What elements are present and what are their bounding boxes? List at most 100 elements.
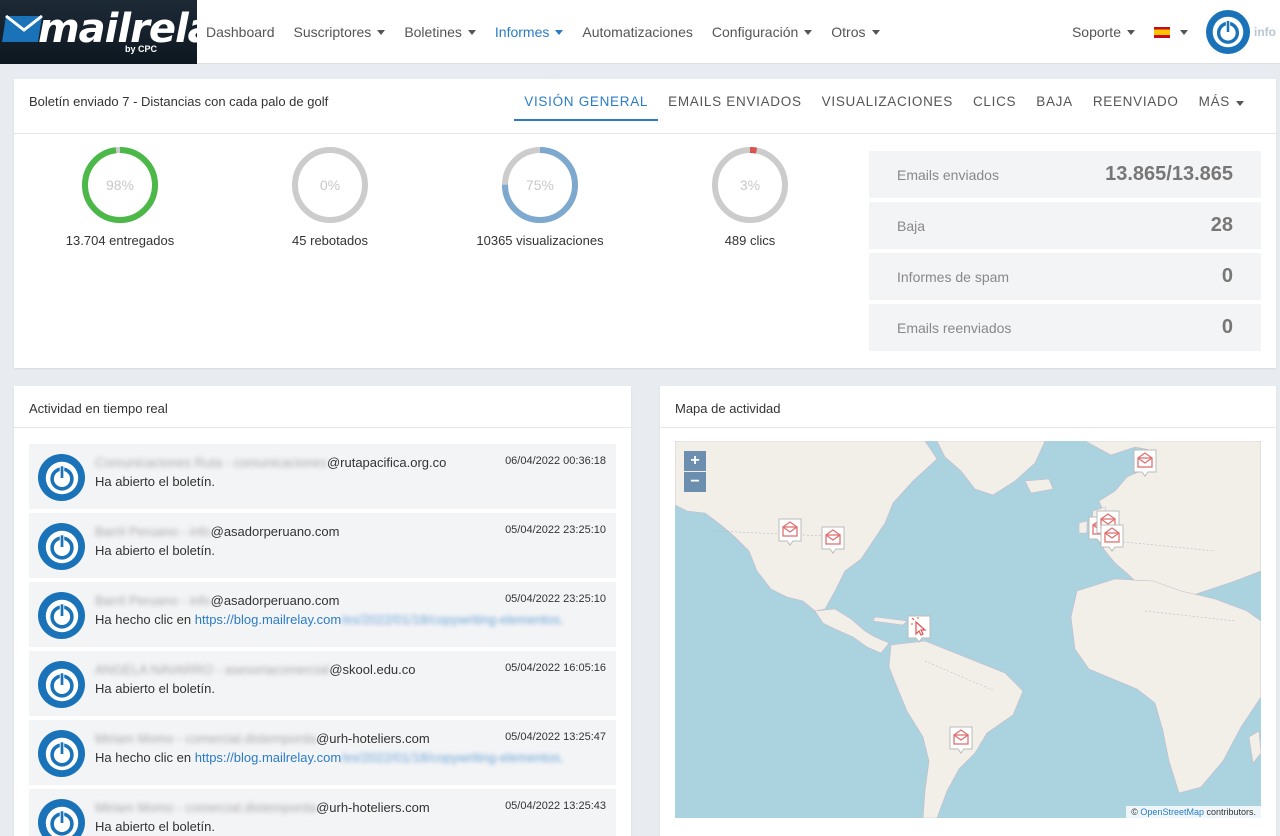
tab-vision-general[interactable]: VISIÓN GENERAL xyxy=(514,87,659,121)
activity-item[interactable]: Comunicaciones Ruta - comunicaciones@rut… xyxy=(29,444,616,509)
activity-name-blurred: Barril Peruano - info xyxy=(95,524,211,539)
tab-clics[interactable]: CLICS xyxy=(963,87,1026,121)
activity-action-text: Ha abierto el boletín. xyxy=(95,819,215,834)
stats-list: Emails enviados 13.865/13.865 Baja 28 Info… xyxy=(869,151,1261,355)
report-tabs: VISIÓN GENERAL EMAILS ENVIADOS VISUALIZA… xyxy=(514,87,1254,121)
activity-email-domain: @asadorperuano.com xyxy=(210,524,340,539)
tab-baja[interactable]: BAJA xyxy=(1026,87,1083,121)
power-icon xyxy=(44,598,80,634)
nav-informes[interactable]: Informes xyxy=(494,24,564,40)
gauge-ring: 0% xyxy=(292,147,368,223)
user-avatar[interactable] xyxy=(1206,10,1250,54)
language-menu[interactable] xyxy=(1154,26,1188,38)
caret-down-icon xyxy=(804,29,813,35)
tab-emails-enviados[interactable]: EMAILS ENVIADOS xyxy=(658,87,812,121)
nav-label: Automatizaciones xyxy=(582,24,693,40)
nav-label: Suscriptores xyxy=(293,24,372,40)
caret-down-icon xyxy=(1236,101,1244,106)
open-envelope-marker-icon[interactable] xyxy=(777,517,803,547)
stat-label: Informes de spam xyxy=(897,268,1010,285)
activity-email-domain: @asadorperuano.com xyxy=(210,593,340,608)
activity-action: Ha abierto el boletín. xyxy=(95,474,215,489)
activity-link-path[interactable]: /es/2022/01/18/copywriting-elementos. xyxy=(341,750,564,765)
activity-item[interactable]: Barril Peruano - info@asadorperuano.com 0… xyxy=(29,513,616,578)
activity-item[interactable]: Barril Peruano - info@asadorperuano.com 0… xyxy=(29,582,616,647)
activity-email: Miriam Momo - comercial.distemporda@urh-… xyxy=(95,800,430,815)
caret-down-icon xyxy=(871,29,880,35)
open-envelope-marker-icon[interactable] xyxy=(1132,448,1158,478)
nav-label: Informes xyxy=(494,24,550,40)
tab-mas[interactable]: MÁS xyxy=(1189,87,1254,121)
activity-item[interactable]: ANGELA NAVARRO - asesoriacomercial@skool… xyxy=(29,651,616,716)
activity-action: Ha abierto el boletín. xyxy=(95,819,215,834)
activity-map-panel: Mapa de actividad + − © OpenStreetMap co… xyxy=(660,386,1276,836)
open-envelope-marker-icon[interactable] xyxy=(820,525,846,555)
mailrelay-logo[interactable]: mailrelay by CPC xyxy=(0,0,197,64)
tab-reenviado[interactable]: REENVIADO xyxy=(1083,87,1189,121)
activity-link[interactable]: https://blog.mailrelay.com xyxy=(195,750,341,765)
activity-name-blurred: Miriam Momo - comercial.distemporda xyxy=(95,731,317,746)
gauge-visualizaciones: 75% 10365 visualizaciones xyxy=(440,145,640,248)
nav-dashboard[interactable]: Dashboard xyxy=(206,24,275,40)
nav-label: Dashboard xyxy=(206,24,275,40)
click-cursor-marker-icon[interactable] xyxy=(906,614,932,644)
activity-name-blurred: Comunicaciones Ruta - comunicaciones xyxy=(95,455,327,470)
power-icon xyxy=(44,805,80,836)
power-icon xyxy=(44,736,80,772)
activity-email: Miriam Momo - comercial.distemporda@urh-… xyxy=(95,731,430,746)
activity-action: Ha abierto el boletín. xyxy=(95,681,215,696)
activity-email-domain: @urh-hoteliers.com xyxy=(316,731,430,746)
stat-spam: Informes de spam 0 xyxy=(869,253,1261,300)
activity-name-blurred: Barril Peruano - info xyxy=(95,593,211,608)
stat-value: 0 xyxy=(1221,316,1233,338)
gauge-ring: 98% xyxy=(82,147,158,223)
gauge-percent: 0% xyxy=(320,177,340,193)
nav-configuracion[interactable]: Configuración xyxy=(712,24,813,40)
activity-action: Ha abierto el boletín. xyxy=(95,543,215,558)
nav-suscriptores[interactable]: Suscriptores xyxy=(294,24,386,40)
world-map[interactable]: + − © OpenStreetMap contributors. xyxy=(675,441,1261,818)
world-map-land xyxy=(675,441,1261,818)
stat-label: Emails enviados xyxy=(897,166,999,183)
panel-title: Actividad en tiempo real xyxy=(29,401,168,416)
zoom-out-button[interactable]: − xyxy=(684,472,706,492)
attribution-suffix: contributors. xyxy=(1203,807,1256,817)
activity-name-blurred: ANGELA NAVARRO - asesoriacomercial xyxy=(95,662,330,677)
open-envelope-marker-icon[interactable] xyxy=(948,725,974,755)
realtime-activity-panel: Actividad en tiempo real Comunicaciones … xyxy=(14,386,631,836)
nav-otros[interactable]: Otros xyxy=(831,24,880,40)
activity-email: Barril Peruano - info@asadorperuano.com xyxy=(95,524,339,539)
support-menu[interactable]: Soporte xyxy=(1072,24,1135,40)
gauge-percent: 3% xyxy=(740,177,760,193)
nav-boletines[interactable]: Boletines xyxy=(404,24,476,40)
report-overview-panel: Boletín enviado 7 - Distancias con cada … xyxy=(14,79,1276,368)
avatar xyxy=(38,523,85,570)
activity-item[interactable]: Miriam Momo - comercial.distemporda@urh-… xyxy=(29,789,616,836)
caret-down-icon xyxy=(555,29,564,35)
stat-baja: Baja 28 xyxy=(869,202,1261,249)
nav-automatizaciones[interactable]: Automatizaciones xyxy=(582,24,693,40)
logo-wordmark: mailrelay xyxy=(38,6,197,52)
activity-link[interactable]: https://blog.mailrelay.com xyxy=(195,612,341,627)
activity-email: Barril Peruano - info@asadorperuano.com xyxy=(95,593,339,608)
activity-item[interactable]: Miriam Momo - comercial.distemporda@urh-… xyxy=(29,720,616,785)
osm-link[interactable]: OpenStreetMap xyxy=(1140,807,1204,817)
panel-title: Mapa de actividad xyxy=(675,401,781,416)
activity-date: 05/04/2022 23:25:10 xyxy=(505,593,606,605)
stat-value: 0 xyxy=(1221,265,1233,287)
open-envelope-marker-icon[interactable] xyxy=(1099,523,1125,553)
tab-visualizaciones[interactable]: VISUALIZACIONES xyxy=(812,87,963,121)
activity-date: 05/04/2022 13:25:43 xyxy=(505,800,606,812)
power-icon xyxy=(44,460,80,496)
activity-name-blurred: Miriam Momo - comercial.distemporda xyxy=(95,800,317,815)
zoom-in-button[interactable]: + xyxy=(684,451,706,471)
stat-reenviados: Emails reenviados 0 xyxy=(869,304,1261,351)
activity-list[interactable]: Comunicaciones Ruta - comunicaciones@rut… xyxy=(29,444,616,836)
gauge-label: 45 rebotados xyxy=(292,233,368,248)
report-header: Boletín enviado 7 - Distancias con cada … xyxy=(14,79,1276,134)
stat-label: Emails reenviados xyxy=(897,319,1012,336)
stat-emails-enviados: Emails enviados 13.865/13.865 xyxy=(869,151,1261,198)
user-label[interactable]: info xyxy=(1254,25,1276,39)
zoom-controls: + − xyxy=(684,451,706,493)
activity-link-path[interactable]: /es/2022/01/18/copywriting-elementos. xyxy=(341,612,564,627)
